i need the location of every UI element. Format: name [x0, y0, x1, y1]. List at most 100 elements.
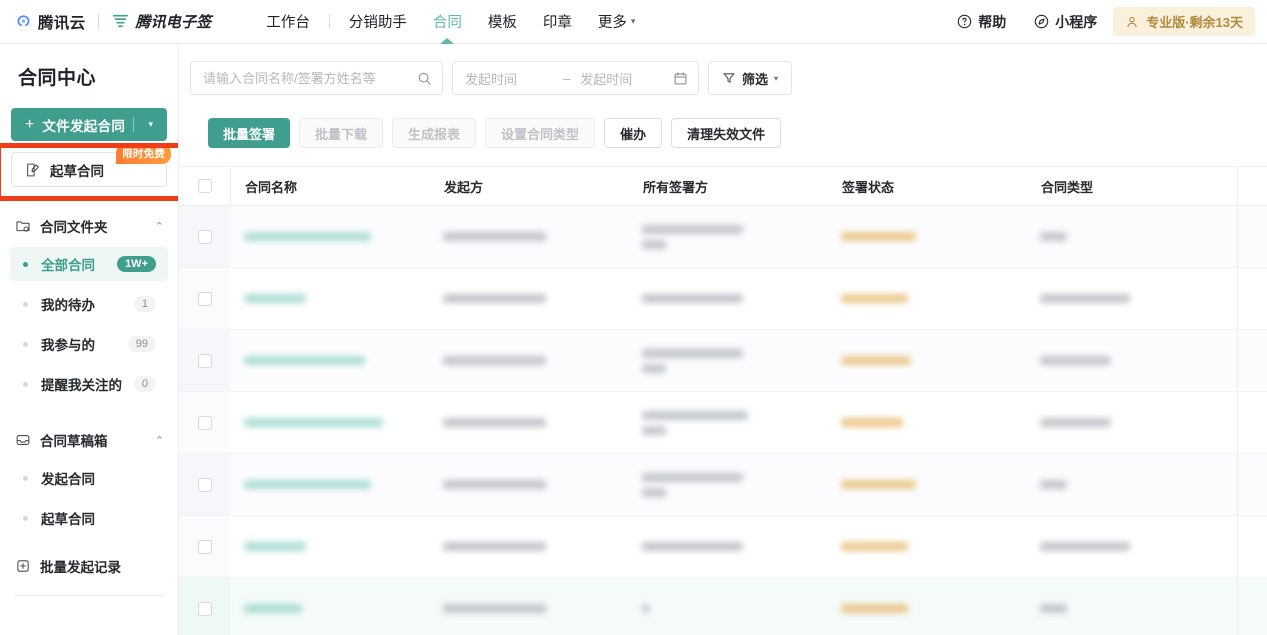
redacted-text — [443, 604, 546, 613]
select-all-cell[interactable] — [179, 179, 230, 193]
row-checkbox[interactable] — [197, 415, 212, 430]
search-toolbar: 发起时间 – 发起时间 筛选 ▾ — [179, 44, 1267, 95]
sidebar-item-draft-contract[interactable]: 起草合同 — [10, 501, 168, 535]
nav-item-contract-label: 合同 — [432, 15, 462, 31]
tencent-cloud-brand[interactable]: 腾讯云 — [14, 11, 85, 33]
table-row[interactable] — [179, 454, 1267, 516]
cell-initiator — [429, 578, 628, 635]
cell-contract-name — [230, 392, 429, 453]
column-header-initiator[interactable]: 发起方 — [430, 177, 629, 196]
nav-item-distribution[interactable]: 分销助手 — [336, 0, 420, 44]
search-icon[interactable] — [417, 71, 432, 86]
help-button[interactable]: 帮助 — [945, 6, 1018, 38]
batch-sign-button[interactable]: 批量签署 — [208, 118, 291, 148]
table-row[interactable] — [179, 516, 1267, 578]
urge-button[interactable]: 催办 — [604, 118, 663, 148]
search-input[interactable] — [203, 70, 417, 86]
esign-brand-label: 腾讯电子签 — [135, 14, 212, 31]
clean-invalid-files-button[interactable]: 清理失效文件 — [671, 118, 782, 148]
calendar-icon[interactable] — [673, 71, 688, 86]
inbox-icon — [16, 435, 30, 445]
sidebar-group-draft-box[interactable]: 合同草稿箱 ⌃ — [0, 425, 178, 455]
column-header-status[interactable]: 签署状态 — [828, 177, 1027, 196]
pro-plan-badge[interactable]: 专业版·剩余13天 — [1113, 7, 1255, 36]
row-checkbox[interactable] — [197, 601, 212, 616]
sidebar-group-contract-folder[interactable]: 合同文件夹 ⌃ — [0, 211, 178, 241]
sidebar-item-my-todo[interactable]: 我的待办 1 — [10, 287, 168, 321]
cell-signers — [628, 516, 827, 577]
row-select-cell[interactable] — [179, 454, 230, 515]
sidebar-item-initiate-contract-label: 发起合同 — [41, 472, 95, 487]
nav-item-template[interactable]: 模板 — [475, 0, 530, 44]
redacted-text — [244, 232, 371, 241]
column-header-type[interactable]: 合同类型 — [1027, 177, 1206, 196]
user-crown-icon — [1127, 16, 1137, 27]
nav-item-workbench[interactable]: 工作台 — [253, 0, 323, 44]
sidebar-item-batch-records[interactable]: 批量发起记录 — [0, 549, 178, 583]
draft-contract-label: 起草合同 — [50, 163, 104, 179]
bullet-icon — [23, 261, 28, 267]
date-range-picker[interactable]: 发起时间 – 发起时间 — [452, 61, 699, 95]
table-row[interactable] — [179, 206, 1267, 268]
cell-sign-status — [827, 330, 1026, 391]
nav-item-more[interactable]: 更多 ▾ — [585, 0, 649, 44]
row-select-cell[interactable] — [179, 330, 230, 391]
chevron-down-icon[interactable]: ▾ — [134, 119, 167, 130]
set-contract-type-button: 设置合同类型 — [485, 118, 596, 148]
row-select-cell[interactable] — [179, 392, 230, 453]
table-row[interactable] — [179, 392, 1267, 454]
row-checkbox[interactable] — [197, 539, 212, 554]
filter-icon — [723, 73, 735, 83]
sidebar-item-participated[interactable]: 我参与的 99 — [10, 327, 168, 361]
row-checkbox[interactable] — [197, 477, 212, 492]
search-box[interactable] — [190, 61, 443, 95]
redacted-text — [1040, 418, 1111, 427]
redacted-text — [841, 542, 908, 551]
row-checkbox[interactable] — [197, 229, 212, 244]
esign-brand[interactable]: 腾讯电子签 — [112, 11, 211, 32]
row-select-cell[interactable] — [179, 206, 230, 267]
cell-contract-name — [230, 330, 429, 391]
cell-contract-type — [1026, 330, 1205, 391]
cell-sign-status — [827, 206, 1026, 267]
contract-center-page: 腾讯云 腾讯电子签 工作台 分销助手 合同 模板 印章 更多 ▾ 帮助 小程序 … — [0, 0, 1267, 635]
cell-sign-status — [827, 268, 1026, 329]
row-select-cell[interactable] — [179, 578, 230, 635]
sidebar-item-my-todo-count: 1 — [133, 296, 156, 312]
sidebar-group-draft-box-label: 合同草稿箱 — [40, 434, 108, 449]
date-range-separator: – — [563, 70, 571, 86]
bullet-icon — [23, 475, 28, 481]
sidebar-item-watched[interactable]: 提醒我关注的 0 — [10, 367, 168, 401]
table-row[interactable] — [179, 578, 1267, 635]
row-select-cell[interactable] — [179, 516, 230, 577]
sidebar-item-initiate-contract[interactable]: 发起合同 — [10, 461, 168, 495]
column-header-name[interactable]: 合同名称 — [231, 177, 430, 196]
frozen-column-divider — [1237, 166, 1238, 635]
redacted-text — [841, 356, 911, 365]
date-end-placeholder[interactable]: 发起时间 — [580, 69, 632, 88]
table-row[interactable] — [179, 330, 1267, 392]
nav-item-seal[interactable]: 印章 — [530, 0, 585, 44]
redacted-text — [841, 418, 903, 427]
redacted-text — [1040, 232, 1067, 241]
row-select-cell[interactable] — [179, 268, 230, 329]
chevron-up-icon: ⌃ — [154, 434, 164, 447]
select-all-checkbox[interactable] — [197, 179, 212, 193]
create-contract-from-file-button[interactable]: + 文件发起合同 ▾ — [11, 108, 167, 141]
main-nav-menu: 工作台 分销助手 合同 模板 印章 更多 ▾ — [253, 0, 648, 44]
nav-item-distribution-label: 分销助手 — [348, 15, 407, 31]
bullet-icon — [23, 301, 28, 307]
filter-label: 筛选 — [742, 71, 769, 87]
table-row[interactable] — [179, 268, 1267, 330]
nav-item-template-label: 模板 — [487, 15, 517, 31]
column-header-signers[interactable]: 所有签署方 — [629, 177, 828, 196]
sidebar-item-draft-contract-label: 起草合同 — [41, 512, 95, 527]
row-checkbox[interactable] — [197, 353, 212, 368]
redacted-text — [1040, 542, 1130, 551]
filter-button[interactable]: 筛选 ▾ — [708, 61, 793, 95]
date-start-placeholder[interactable]: 发起时间 — [465, 69, 553, 88]
miniprogram-button[interactable]: 小程序 — [1022, 6, 1109, 38]
nav-item-contract[interactable]: 合同 — [420, 0, 475, 44]
row-checkbox[interactable] — [197, 291, 212, 306]
sidebar-item-all-contracts[interactable]: 全部合同 1W+ — [10, 247, 168, 281]
